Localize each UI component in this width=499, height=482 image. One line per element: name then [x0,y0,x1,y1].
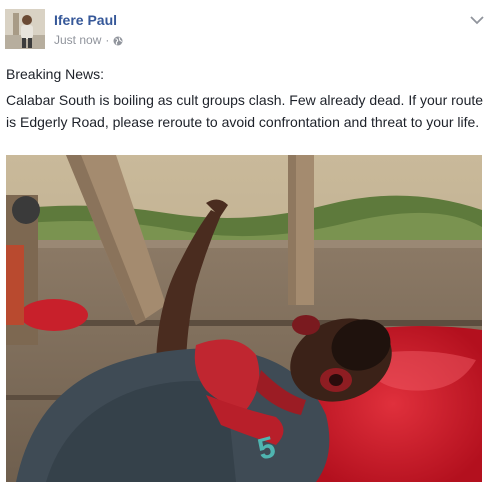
timestamp-link[interactable]: Just now [54,33,101,47]
post-headline: Breaking News: [6,66,105,82]
post-meta: Just now · [54,33,123,47]
post-card: Ifere Paul Just now · Breaking News: Cal… [0,0,499,482]
author-name-link[interactable]: Ifere Paul [54,12,117,28]
post-body: Calabar South is boiling as cult groups … [6,92,484,130]
post-photo[interactable]: 5 [6,155,482,482]
post-photo-image: 5 [6,155,482,482]
chevron-down-icon[interactable] [470,12,484,25]
meta-separator: · [105,33,110,47]
avatar[interactable] [5,9,45,49]
globe-icon[interactable] [113,35,123,46]
post-text: Breaking News: Calabar South is boiling … [6,63,490,133]
